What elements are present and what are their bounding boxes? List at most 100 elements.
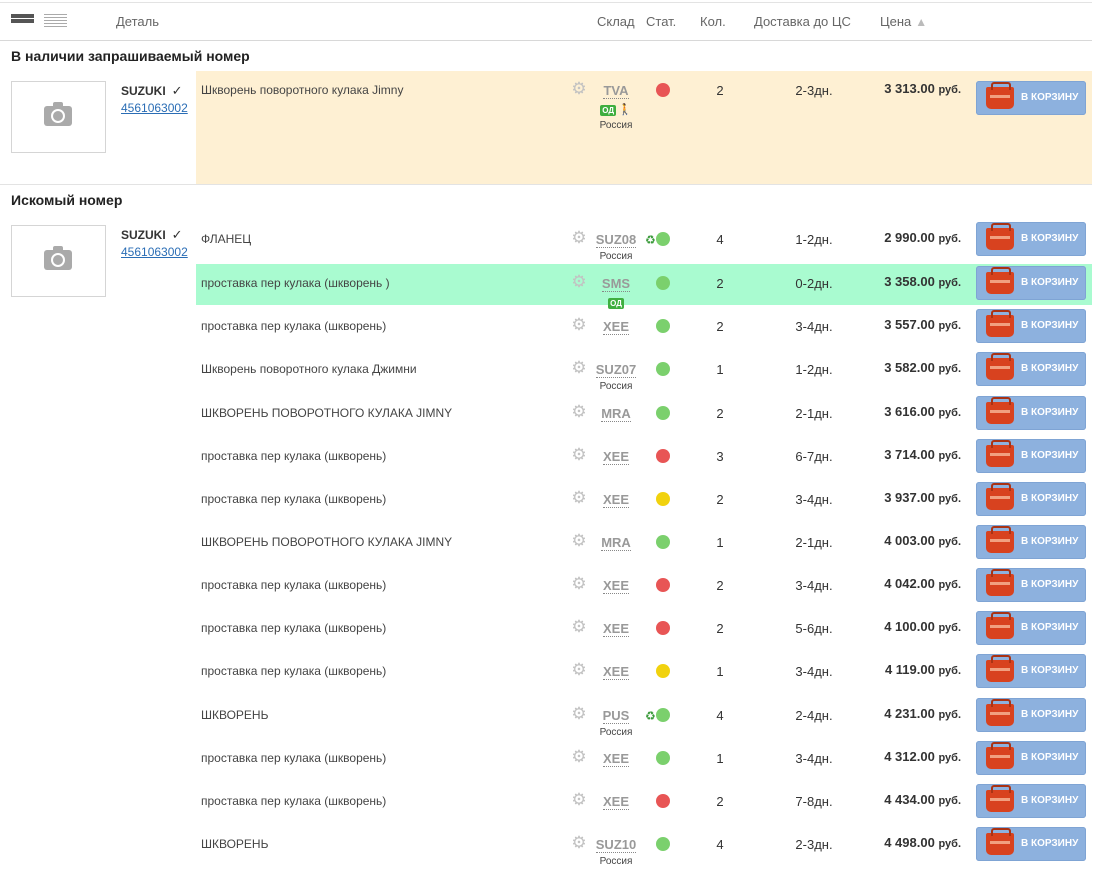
- offer-description: проставка пер кулака (шкворень): [201, 492, 387, 506]
- warehouse-code-link[interactable]: XEE: [602, 665, 629, 680]
- add-to-cart-button[interactable]: В КОРЗИНУ: [976, 482, 1086, 516]
- add-to-cart-button[interactable]: В КОРЗИНУ: [976, 698, 1086, 732]
- add-to-cart-button[interactable]: В КОРЗИНУ: [976, 352, 1086, 386]
- add-to-cart-button[interactable]: В КОРЗИНУ: [976, 396, 1086, 430]
- gear-icon[interactable]: ⚙: [571, 618, 587, 635]
- warehouse-code-link[interactable]: XEE: [602, 493, 629, 508]
- warehouse-code-link[interactable]: XEE: [602, 795, 629, 810]
- header-detail[interactable]: Деталь: [116, 14, 159, 29]
- status-indicator: [656, 837, 670, 851]
- gear-icon[interactable]: ⚙: [571, 834, 587, 851]
- warehouse-cell: XEE: [586, 448, 646, 466]
- warehouse-country: Россия: [599, 856, 633, 867]
- warehouse-code-link[interactable]: SUZ07: [595, 363, 637, 378]
- price: 4 312.00 руб.: [884, 749, 961, 764]
- gear-icon[interactable]: ⚙: [571, 359, 587, 376]
- quantity: 2: [716, 492, 724, 507]
- offer-description: проставка пер кулака (шкворень): [201, 794, 387, 808]
- gear-icon[interactable]: ⚙: [571, 791, 587, 808]
- price: 3 714.00 руб.: [884, 447, 961, 462]
- warehouse-cell: TVA ОД 🚶 Россия: [586, 82, 646, 132]
- quantity: 1: [716, 751, 724, 766]
- delivery-time: 2-3дн.: [795, 83, 833, 98]
- add-to-cart-button[interactable]: В КОРЗИНУ: [976, 568, 1086, 602]
- price: 4 231.00 руб.: [884, 706, 961, 721]
- warehouse-code-link[interactable]: XEE: [602, 320, 629, 335]
- gear-icon[interactable]: ⚙: [571, 80, 587, 97]
- list-view-icon[interactable]: [44, 14, 67, 28]
- part-image-placeholder: [11, 81, 106, 153]
- basket-icon: [986, 526, 1014, 553]
- header-delivery[interactable]: Доставка до ЦС: [754, 14, 851, 29]
- warehouse-code-link[interactable]: SUZ10: [595, 838, 637, 853]
- gear-icon[interactable]: ⚙: [571, 403, 587, 420]
- gear-icon[interactable]: ⚙: [571, 705, 587, 722]
- warehouse-code-link[interactable]: XEE: [602, 579, 629, 594]
- status-indicator: [656, 362, 670, 376]
- status-indicator: [656, 578, 670, 592]
- add-to-cart-button[interactable]: В КОРЗИНУ: [976, 654, 1086, 688]
- top-divider: [0, 2, 1092, 3]
- status-indicator: [656, 664, 670, 678]
- gear-icon[interactable]: ⚙: [571, 661, 587, 678]
- gear-icon[interactable]: ⚙: [571, 446, 587, 463]
- add-to-cart-button[interactable]: В КОРЗИНУ: [976, 784, 1086, 818]
- add-to-cart-button[interactable]: В КОРЗИНУ: [976, 309, 1086, 343]
- status-indicator: [656, 492, 670, 506]
- quantity: 2: [716, 83, 724, 98]
- gear-icon[interactable]: ⚙: [571, 532, 587, 549]
- add-to-cart-button[interactable]: В КОРЗИНУ: [976, 266, 1086, 300]
- gear-icon[interactable]: ⚙: [571, 575, 587, 592]
- basket-icon: [986, 569, 1014, 596]
- warehouse-code-link[interactable]: SMS: [601, 277, 631, 292]
- warehouse-code-link[interactable]: XEE: [602, 450, 629, 465]
- recycle-icon: ♻: [645, 233, 656, 247]
- basket-icon: [986, 655, 1014, 682]
- warehouse-code-link[interactable]: SUZ08: [595, 233, 637, 248]
- compact-view-icon[interactable]: [11, 14, 34, 28]
- add-to-cart-button[interactable]: В КОРЗИНУ: [976, 741, 1086, 775]
- warehouse-code-link[interactable]: MRA: [601, 407, 631, 422]
- add-to-cart-button[interactable]: В КОРЗИНУ: [976, 222, 1086, 256]
- part-number-link[interactable]: 4561063002: [121, 245, 188, 259]
- od-badge: ОД: [600, 105, 617, 116]
- offer-row: проставка пер кулака (шкворень) ⚙ XEE 2 5-6д…: [196, 609, 1092, 652]
- header-price: Цена: [880, 14, 912, 29]
- delivery-time: 3-4дн.: [795, 578, 833, 593]
- header-status[interactable]: Стат.: [646, 14, 676, 29]
- add-to-cart-button[interactable]: В КОРЗИНУ: [976, 827, 1086, 861]
- add-to-cart-button[interactable]: В КОРЗИНУ: [976, 81, 1086, 115]
- offer-row: проставка пер кулака (шкворень) ⚙ XEE 1 3-4д…: [196, 739, 1092, 782]
- quantity: 4: [716, 708, 724, 723]
- warehouse-cell: XEE: [586, 620, 646, 638]
- header-price-sort[interactable]: Цена ▲: [880, 14, 927, 29]
- offer-description: ШКВОРЕНЬ ПОВОРОТНОГО КУЛАКА JIMNY: [201, 535, 453, 549]
- warehouse-code-link[interactable]: XEE: [602, 622, 629, 637]
- quantity: 2: [716, 621, 724, 636]
- part-number-link[interactable]: 4561063002: [121, 101, 188, 115]
- offer-row: проставка пер кулака (шкворень) ⚙ XEE 3 6-7д…: [196, 437, 1092, 480]
- add-to-cart-button[interactable]: В КОРЗИНУ: [976, 525, 1086, 559]
- gear-icon[interactable]: ⚙: [571, 316, 587, 333]
- warehouse-code-link[interactable]: MRA: [601, 536, 631, 551]
- add-to-cart-button[interactable]: В КОРЗИНУ: [976, 439, 1086, 473]
- offer-row: проставка пер кулака (шкворень) ⚙ XEE 2 7-8д…: [196, 782, 1092, 825]
- offer-description: ФЛАНЕЦ: [201, 232, 252, 246]
- table-header: Деталь Склад Стат. Кол. Доставка до ЦС Ц…: [0, 4, 1092, 41]
- add-to-cart-button[interactable]: В КОРЗИНУ: [976, 611, 1086, 645]
- warehouse-code-link[interactable]: TVA: [603, 84, 629, 99]
- header-qty[interactable]: Кол.: [700, 14, 726, 29]
- gear-icon[interactable]: ⚙: [571, 748, 587, 765]
- status-indicator: [656, 319, 670, 333]
- gear-icon[interactable]: ⚙: [571, 273, 587, 290]
- status-indicator: [656, 276, 670, 290]
- offer-description: ШКВОРЕНЬ: [201, 708, 269, 722]
- gear-icon[interactable]: ⚙: [571, 489, 587, 506]
- basket-icon: [986, 785, 1014, 812]
- gear-icon[interactable]: ⚙: [571, 229, 587, 246]
- price: 3 582.00 руб.: [884, 360, 961, 375]
- warehouse-cell: SUZ07 Россия: [586, 361, 646, 392]
- header-warehouse[interactable]: Склад: [597, 14, 635, 29]
- warehouse-code-link[interactable]: XEE: [602, 752, 629, 767]
- warehouse-code-link[interactable]: PUS: [602, 709, 630, 724]
